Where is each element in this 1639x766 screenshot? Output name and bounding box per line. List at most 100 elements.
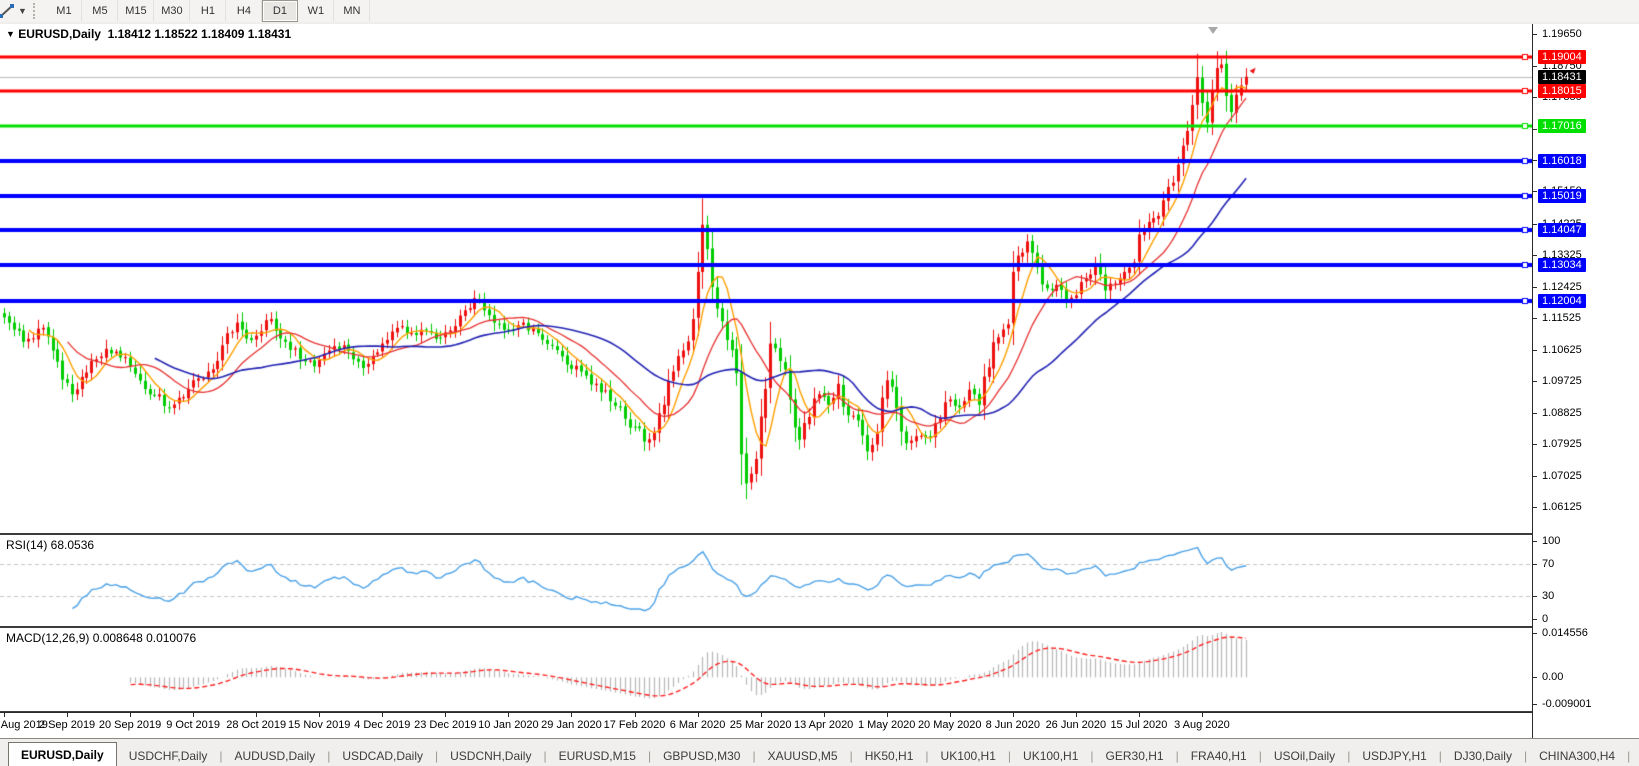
chart-tab-usdchf-daily[interactable]: USDCHF,Daily	[117, 745, 220, 766]
price-tick-label: 1.07025	[1542, 469, 1582, 483]
time-axis[interactable]: 14 Aug 20192 Sep 201920 Sep 20199 Oct 20…	[0, 712, 1532, 739]
hline-price-tag: 1.13034	[1538, 258, 1586, 272]
macd-level-label: -0.009001	[1542, 697, 1592, 711]
chart-tab-hk50-h1[interactable]: HK50,H1	[853, 745, 926, 766]
timeframe-switcher: M1M5M15M30H1H4D1W1MN	[46, 0, 370, 22]
timeframe-button-m1[interactable]: M1	[46, 0, 82, 22]
chart-tab-bar: EURUSD,DailyUSDCHF,Daily|AUDUSD,Daily|US…	[0, 738, 1639, 766]
hline-price-tag: 1.14047	[1538, 223, 1586, 237]
main-chart-canvas[interactable]	[0, 24, 1532, 532]
time-axis-tick	[4, 713, 5, 717]
macd-level-label: 0.014556	[1542, 626, 1588, 640]
axis-tick	[1533, 224, 1537, 225]
hline-price-tag: 1.12004	[1538, 294, 1586, 308]
chart-tab-usoil-d[interactable]: USOil,D	[1630, 745, 1639, 766]
axis-tick	[1533, 66, 1537, 67]
chart-tab-usdcad-daily[interactable]: USDCAD,Daily	[330, 745, 435, 766]
timeframe-button-m5[interactable]: M5	[82, 0, 118, 22]
chart-tab-usdcnh-daily[interactable]: USDCNH,Daily	[438, 745, 543, 766]
time-axis-tick	[319, 713, 320, 717]
axis-tick	[1533, 677, 1537, 678]
timeframe-button-mn[interactable]: MN	[334, 0, 370, 22]
price-tick-label: 1.08825	[1542, 406, 1582, 420]
chart-tab-dj30-daily[interactable]: DJ30,Daily	[1442, 745, 1524, 766]
time-axis-tick	[130, 713, 131, 717]
axis-tick	[1533, 191, 1537, 192]
chart-tab-fra40-h1[interactable]: FRA40,H1	[1179, 745, 1259, 766]
axis-tick	[1533, 507, 1537, 508]
current-price-tag: 1.18431	[1538, 70, 1586, 84]
rsi-level-label: 0	[1542, 612, 1548, 626]
time-axis-tick	[508, 713, 509, 717]
macd-canvas[interactable]	[0, 628, 1532, 710]
chart-tab-china300-h4[interactable]: CHINA300,H4	[1527, 745, 1627, 766]
hline-price-tag: 1.19004	[1538, 50, 1586, 64]
chart-tab-ger30-h1[interactable]: GER30,H1	[1094, 745, 1176, 766]
symbol-collapse-icon[interactable]: ▼	[6, 29, 15, 39]
timeframe-button-h4[interactable]: H4	[226, 0, 262, 22]
line-tools-icon[interactable]	[0, 2, 18, 20]
chart-tab-uk100-h1[interactable]: UK100,H1	[929, 745, 1008, 766]
timeframe-button-m15[interactable]: M15	[118, 0, 154, 22]
timeframe-button-m30[interactable]: M30	[154, 0, 190, 22]
chart-tab-usdjpy-h1[interactable]: USDJPY,H1	[1350, 745, 1438, 766]
rsi-level-label: 30	[1542, 589, 1554, 603]
time-axis-tick	[698, 713, 699, 717]
macd-label: MACD(12,26,9) 0.008648 0.010076	[6, 631, 196, 645]
chart-tab-gbpusd-m30[interactable]: GBPUSD,M30	[651, 745, 752, 766]
timeframe-button-d1[interactable]: D1	[262, 0, 298, 22]
axis-tick	[1533, 287, 1537, 288]
hline-price-tag: 1.16018	[1538, 154, 1586, 168]
axis-tick	[1533, 318, 1537, 319]
macd-level-label: 0.00	[1542, 670, 1563, 684]
axis-tick	[1533, 160, 1537, 161]
rsi-level-label: 70	[1542, 557, 1554, 571]
axis-tick	[1533, 541, 1537, 542]
axis-tick	[1533, 413, 1537, 414]
time-axis-tick	[824, 713, 825, 717]
timeframe-button-w1[interactable]: W1	[298, 0, 334, 22]
timeframe-button-h1[interactable]: H1	[190, 0, 226, 22]
time-axis-tick	[761, 713, 762, 717]
price-tick-label: 1.12425	[1542, 280, 1582, 294]
time-axis-tick	[1013, 713, 1014, 717]
price-tick-label: 1.19650	[1542, 27, 1582, 41]
price-tick-label: 1.11525	[1542, 311, 1581, 325]
time-axis-tick	[1076, 713, 1077, 717]
rsi-canvas[interactable]	[0, 535, 1532, 625]
toolbar: ▼ M1M5M15M30H1H4D1W1MN	[0, 0, 1639, 23]
line-tools-dropdown-caret[interactable]: ▼	[18, 6, 27, 16]
axis-tick	[1533, 444, 1537, 445]
macd-panel: MACD(12,26,9) 0.008648 0.010076	[0, 628, 1532, 710]
price-tick-label: 1.06125	[1542, 500, 1582, 514]
time-axis-tick	[1202, 713, 1203, 717]
chart-tab-usoil-daily[interactable]: USOil,Daily	[1262, 745, 1347, 766]
chart-tab-eurusd-m15[interactable]: EURUSD,M15	[547, 745, 648, 766]
chart-tab-xauusd-m5[interactable]: XAUUSD,M5	[756, 745, 850, 766]
toolbar-grip-handle[interactable]	[33, 3, 40, 19]
chart-quote-header: ▼ EURUSD,Daily 1.18412 1.18522 1.18409 1…	[6, 27, 291, 41]
price-tick-label: 1.07925	[1542, 437, 1582, 451]
time-axis-tick	[382, 713, 383, 717]
time-axis-tick	[950, 713, 951, 717]
axis-tick	[1533, 564, 1537, 565]
axis-tick	[1533, 350, 1537, 351]
hline-price-tag: 1.18015	[1538, 84, 1586, 98]
date-label: 3 Aug 2020	[1157, 719, 1247, 731]
hline-price-tag: 1.15019	[1538, 189, 1586, 203]
axis-tick	[1533, 704, 1537, 705]
time-axis-tick	[193, 713, 194, 717]
time-axis-tick	[1139, 713, 1140, 717]
main-chart-panel: ▼ EURUSD,Daily 1.18412 1.18522 1.18409 1…	[0, 24, 1532, 532]
chart-tab-audusd-daily[interactable]: AUDUSD,Daily	[223, 745, 328, 766]
rsi-panel: RSI(14) 68.0536	[0, 535, 1532, 625]
axis-tick	[1533, 34, 1537, 35]
chart-tab-eurusd-daily[interactable]: EURUSD,Daily	[8, 742, 117, 766]
chart-tab-uk100-h1[interactable]: UK100,H1	[1011, 745, 1090, 766]
price-tick-label: 1.10625	[1542, 343, 1582, 357]
trading-platform-window: ▼ M1M5M15M30H1H4D1W1MN ▼ EURUSD,Daily 1.…	[0, 0, 1639, 766]
scroll-to-end-icon[interactable]	[1208, 27, 1218, 34]
axis-tick	[1533, 129, 1537, 130]
price-axis[interactable]: 1.196501.187501.178501.169501.160501.151…	[1532, 24, 1639, 738]
axis-tick	[1533, 476, 1537, 477]
